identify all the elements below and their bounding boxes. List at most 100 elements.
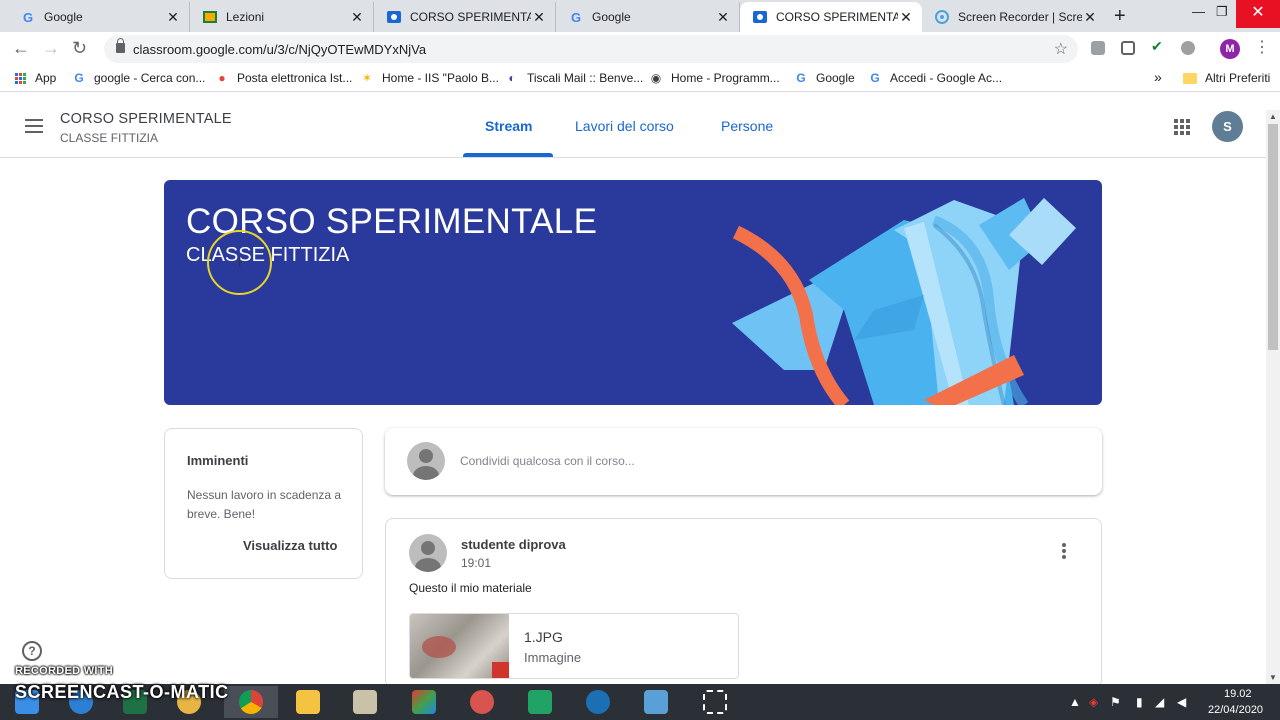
screen-capture-icon[interactable] [688,686,742,718]
snipping-icon[interactable] [455,686,509,718]
acrobat-tray-icon[interactable]: ◈ [1089,695,1098,709]
close-icon[interactable]: ✕ [898,9,914,26]
browser-tab-lezioni[interactable]: Lezioni ✕ [190,2,374,32]
globe-icon: ◉ [650,71,662,85]
bookmark-label: Tiscali Mail :: Benve... [527,71,644,85]
notepad-icon[interactable] [338,686,392,718]
classroom-lezioni-icon [202,9,218,25]
tab-title: Google [592,10,631,24]
chrome-icon[interactable] [224,686,278,718]
back-icon[interactable]: ← [12,38,30,59]
forward-icon[interactable]: → [42,38,60,59]
attachment-thumbnail [410,614,509,678]
browser-tab-google-2[interactable]: G Google ✕ [556,2,740,32]
bookmark-posta[interactable]: ● Posta elettronica Ist... [215,71,352,85]
bookmark-apps[interactable]: App [13,71,56,85]
course-section: CLASSE FITTIZIA [60,131,159,145]
more-options-icon[interactable] [1062,543,1066,561]
tab-title: Google [44,10,83,24]
globe-icon[interactable] [571,686,625,718]
address-bar[interactable]: classroom.google.com/u/3/c/NjQyOTEwMDYxN… [104,35,1078,63]
clock-date[interactable]: 22/04/2020 [1208,704,1263,716]
window-close-icon[interactable]: ✕ [1236,0,1280,28]
close-icon[interactable]: ✕ [165,9,181,26]
bookmarks-overflow-icon[interactable]: » [1154,69,1162,85]
photos-icon[interactable] [629,686,683,718]
close-icon[interactable]: ✕ [715,9,731,26]
bookmark-accedi[interactable]: G Accedi - Google Ac... [868,71,1002,85]
post-attachment[interactable]: 1.JPG Immagine [409,613,739,679]
screen-recorder-icon [934,9,950,25]
battery-icon[interactable]: ▮ [1136,695,1143,709]
close-icon[interactable]: ✕ [349,9,365,26]
scrollbar-thumb[interactable] [1268,124,1278,350]
browser-tab-corso-1[interactable]: CORSO SPERIMENTALE ✕ [374,2,556,32]
new-tab-icon[interactable]: + [1114,5,1126,28]
course-title[interactable]: CORSO SPERIMENTALE [60,111,232,127]
scroll-up-icon[interactable]: ▲ [1269,112,1277,121]
clock-time[interactable]: 19.02 [1224,688,1252,700]
wifi-icon[interactable]: ◢ [1155,695,1164,709]
close-icon[interactable]: ✕ [1082,9,1098,26]
bookmark-other-folder[interactable]: Altri Preferiti [1183,71,1270,85]
browser-tab-screen-recorder[interactable]: Screen Recorder | Screen ✕ [922,2,1106,32]
bookmark-programm[interactable]: ◉ Home - Programm... [649,71,780,85]
bookmark-iis[interactable]: ✶ Home - IIS "Paolo B... [360,71,499,85]
bookmark-google[interactable]: G Google [794,71,855,85]
extension-grid-icon[interactable] [1121,41,1135,55]
profile-avatar[interactable]: M [1220,39,1240,59]
google-icon: G [22,9,34,25]
file-explorer-icon[interactable] [281,686,335,718]
text-cursor-icon: I [238,254,242,269]
bookmark-label: App [35,71,57,85]
help-icon[interactable]: ? [22,641,42,661]
upcoming-title: Imminenti [187,453,249,468]
joomla-icon: ✶ [361,71,373,85]
bookmark-tiscali[interactable]: ◐ Tiscali Mail :: Benve... [505,71,643,85]
reload-icon[interactable]: ↻ [72,38,87,59]
tab-stream[interactable]: Stream [485,118,532,134]
hamburger-menu-icon[interactable] [25,119,43,133]
watermark-brand: SCREENCAST-O-MATIC [15,682,229,702]
flag-tray-icon[interactable]: ⚑ [1110,695,1121,709]
browser-tab-google-1[interactable]: G Google ✕ [8,2,190,32]
tab-title: Screen Recorder | Screen [958,10,1082,24]
user-avatar[interactable]: S [1212,111,1243,142]
minimize-icon[interactable]: — [1192,4,1205,19]
attachment-name: 1.JPG [524,629,563,645]
tray-expand-icon[interactable]: ▲ [1069,695,1081,709]
excel-icon[interactable] [513,686,567,718]
extension-icon[interactable] [1181,41,1195,55]
checkmark-extension-icon[interactable]: ✔ [1151,38,1165,54]
url-text[interactable]: classroom.google.com/u/3/c/NjQyOTEwMDYxN… [133,42,426,57]
share-placeholder[interactable]: Condividi qualcosa con il corso... [460,454,635,468]
classroom-icon [752,9,768,25]
extension-icon[interactable] [1091,41,1105,55]
tab-people[interactable]: Persone [721,118,773,134]
page-scrollbar[interactable]: ▲ ▼ [1266,110,1280,684]
bookmark-label: Posta elettronica Ist... [237,71,353,85]
watermark-recorded-with: RECORDED WITH [15,665,114,677]
tab-title: Lezioni [226,10,265,24]
browser-tab-strip: G Google ✕ Lezioni ✕ CORSO SPERIMENTALE … [0,0,1280,32]
volume-icon[interactable]: ◀ [1177,695,1186,709]
bookmark-label: Google [816,71,855,85]
folder-icon [1183,71,1197,85]
restore-icon[interactable]: ❐ [1216,4,1228,20]
browser-tab-corso-active[interactable]: CORSO SPERIMENTALE ✕ [740,2,922,32]
tab-title: CORSO SPERIMENTALE [410,10,531,24]
close-icon[interactable]: ✕ [531,9,547,26]
browser-menu-icon[interactable]: ⋮ [1254,37,1270,57]
upcoming-text: Nessun lavoro in scadenza a breve. Bene! [187,488,342,521]
tab-classwork[interactable]: Lavori del corso [575,118,674,134]
post-text: Questo il mio materiale [409,581,532,595]
tab-title: CORSO SPERIMENTALE [776,10,898,24]
post-author: studente diprova [461,537,566,552]
paint-icon[interactable] [397,686,451,718]
share-box[interactable]: Condividi qualcosa con il corso... [385,428,1102,495]
bookmark-star-icon[interactable]: ☆ [1054,39,1068,59]
scroll-down-icon[interactable]: ▼ [1269,673,1277,682]
google-apps-icon[interactable] [1174,119,1190,135]
bookmark-google-search[interactable]: G google - Cerca con... [72,71,205,85]
view-all-button[interactable]: Visualizza tutto [243,538,337,553]
